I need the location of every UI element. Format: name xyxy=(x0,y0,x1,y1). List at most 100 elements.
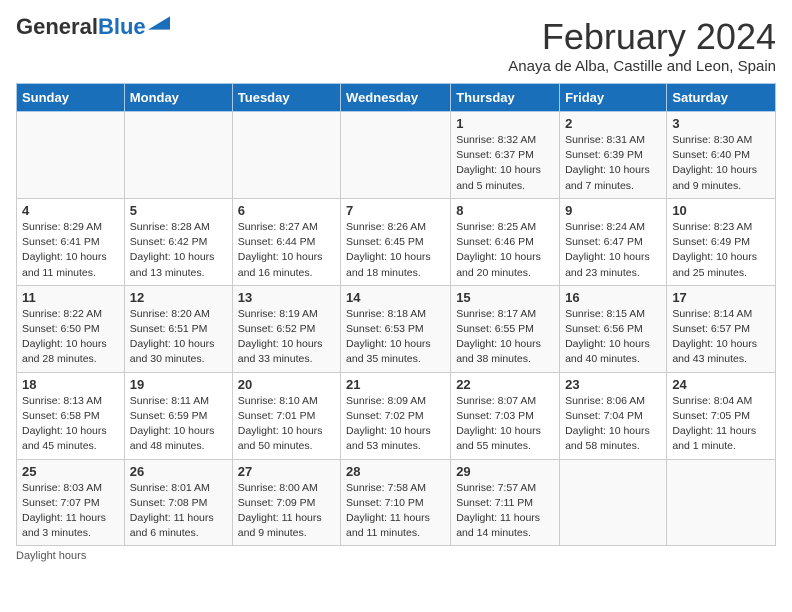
day-number: 24 xyxy=(672,377,770,392)
calendar-cell: 23 Sunrise: 8:06 AM Sunset: 7:04 PM Dayli… xyxy=(560,372,667,459)
calendar-cell: 26 Sunrise: 8:01 AM Sunset: 7:08 PM Dayli… xyxy=(124,459,232,546)
day-number: 23 xyxy=(565,377,661,392)
calendar-cell xyxy=(560,459,667,546)
day-number: 27 xyxy=(238,464,335,479)
day-number: 8 xyxy=(456,203,554,218)
day-number: 17 xyxy=(672,290,770,305)
day-info: Sunrise: 8:03 AM Sunset: 7:07 PM Dayligh… xyxy=(22,482,106,540)
calendar-cell: 19Sunrise: 8:11 AM Sunset: 6:59 PM Dayli… xyxy=(124,372,232,459)
calendar-cell: 18Sunrise: 8:13 AM Sunset: 6:58 PM Dayli… xyxy=(17,372,125,459)
day-number: 6 xyxy=(238,203,335,218)
calendar-cell: 9 Sunrise: 8:24 AM Sunset: 6:47 PM Daylig… xyxy=(560,198,667,285)
day-info: Sunrise: 8:10 AM Sunset: 7:01 PM Dayligh… xyxy=(238,395,323,453)
calendar-cell: 7 Sunrise: 8:26 AM Sunset: 6:45 PM Daylig… xyxy=(341,198,451,285)
day-number: 16 xyxy=(565,290,661,305)
calendar-cell: 5Sunrise: 8:28 AM Sunset: 6:42 PM Daylig… xyxy=(124,198,232,285)
footer-note: Daylight hours xyxy=(16,550,776,562)
day-info: Sunrise: 8:04 AM Sunset: 7:05 PM Dayligh… xyxy=(672,395,756,453)
day-number: 14 xyxy=(346,290,445,305)
calendar-cell: 22 Sunrise: 8:07 AM Sunset: 7:03 PM Dayli… xyxy=(451,372,560,459)
dow-friday: Friday xyxy=(560,84,667,112)
day-number: 1 xyxy=(456,116,554,131)
calendar-cell: 10 Sunrise: 8:23 AM Sunset: 6:49 PM Dayli… xyxy=(667,198,776,285)
day-info: Sunrise: 8:19 AM Sunset: 6:52 PM Dayligh… xyxy=(238,308,323,366)
day-number: 12 xyxy=(130,290,227,305)
day-info: Sunrise: 8:26 AM Sunset: 6:45 PM Dayligh… xyxy=(346,221,431,279)
calendar-cell xyxy=(667,459,776,546)
week-row-4: 25Sunrise: 8:03 AM Sunset: 7:07 PM Dayli… xyxy=(17,459,776,546)
day-number: 9 xyxy=(565,203,661,218)
calendar-cell: 21 Sunrise: 8:09 AM Sunset: 7:02 PM Dayli… xyxy=(341,372,451,459)
logo: GeneralBlue xyxy=(16,16,170,38)
calendar-cell: 8Sunrise: 8:25 AM Sunset: 6:46 PM Daylig… xyxy=(451,198,560,285)
logo-text: GeneralBlue xyxy=(16,16,146,38)
day-number: 13 xyxy=(238,290,335,305)
day-info: Sunrise: 8:06 AM Sunset: 7:04 PM Dayligh… xyxy=(565,395,650,453)
day-info: Sunrise: 8:31 AM Sunset: 6:39 PM Dayligh… xyxy=(565,134,650,192)
day-number: 21 xyxy=(346,377,445,392)
month-title: February 2024 xyxy=(508,16,776,58)
day-info: Sunrise: 8:30 AM Sunset: 6:40 PM Dayligh… xyxy=(672,134,757,192)
day-info: Sunrise: 8:13 AM Sunset: 6:58 PM Dayligh… xyxy=(22,395,107,453)
calendar-cell xyxy=(124,112,232,199)
calendar-cell: 1 Sunrise: 8:32 AM Sunset: 6:37 PM Daylig… xyxy=(451,112,560,199)
calendar-cell xyxy=(17,112,125,199)
day-info: Sunrise: 8:07 AM Sunset: 7:03 PM Dayligh… xyxy=(456,395,541,453)
day-info: Sunrise: 8:32 AM Sunset: 6:37 PM Dayligh… xyxy=(456,134,541,192)
day-number: 2 xyxy=(565,116,661,131)
day-info: Sunrise: 8:11 AM Sunset: 6:59 PM Dayligh… xyxy=(130,395,215,453)
title-block: February 2024 Anaya de Alba, Castille an… xyxy=(508,16,776,75)
calendar-cell: 3 Sunrise: 8:30 AM Sunset: 6:40 PM Daylig… xyxy=(667,112,776,199)
day-number: 15 xyxy=(456,290,554,305)
week-row-2: 11Sunrise: 8:22 AM Sunset: 6:50 PM Dayli… xyxy=(17,285,776,372)
day-number: 28 xyxy=(346,464,445,479)
calendar-cell: 11Sunrise: 8:22 AM Sunset: 6:50 PM Dayli… xyxy=(17,285,125,372)
day-info: Sunrise: 8:15 AM Sunset: 6:56 PM Dayligh… xyxy=(565,308,650,366)
calendar-cell xyxy=(232,112,340,199)
dow-wednesday: Wednesday xyxy=(341,84,451,112)
week-row-1: 4Sunrise: 8:29 AM Sunset: 6:41 PM Daylig… xyxy=(17,198,776,285)
calendar-cell: 17Sunrise: 8:14 AM Sunset: 6:57 PM Dayli… xyxy=(667,285,776,372)
calendar-cell: 13 Sunrise: 8:19 AM Sunset: 6:52 PM Dayli… xyxy=(232,285,340,372)
day-info: Sunrise: 8:09 AM Sunset: 7:02 PM Dayligh… xyxy=(346,395,431,453)
calendar-cell: 16 Sunrise: 8:15 AM Sunset: 6:56 PM Dayli… xyxy=(560,285,667,372)
calendar-cell: 20 Sunrise: 8:10 AM Sunset: 7:01 PM Dayli… xyxy=(232,372,340,459)
day-number: 22 xyxy=(456,377,554,392)
dow-sunday: Sunday xyxy=(17,84,125,112)
calendar-body: 1 Sunrise: 8:32 AM Sunset: 6:37 PM Daylig… xyxy=(17,112,776,546)
day-number: 20 xyxy=(238,377,335,392)
day-info: Sunrise: 8:20 AM Sunset: 6:51 PM Dayligh… xyxy=(130,308,215,366)
day-info: Sunrise: 8:24 AM Sunset: 6:47 PM Dayligh… xyxy=(565,221,650,279)
day-info: Sunrise: 8:23 AM Sunset: 6:49 PM Dayligh… xyxy=(672,221,757,279)
dow-saturday: Saturday xyxy=(667,84,776,112)
day-of-week-header: SundayMondayTuesdayWednesdayThursdayFrid… xyxy=(17,84,776,112)
day-number: 10 xyxy=(672,203,770,218)
calendar-cell: 2 Sunrise: 8:31 AM Sunset: 6:39 PM Daylig… xyxy=(560,112,667,199)
calendar-cell: 29Sunrise: 7:57 AM Sunset: 7:11 PM Dayli… xyxy=(451,459,560,546)
week-row-0: 1 Sunrise: 8:32 AM Sunset: 6:37 PM Daylig… xyxy=(17,112,776,199)
day-info: Sunrise: 8:27 AM Sunset: 6:44 PM Dayligh… xyxy=(238,221,323,279)
daylight-hours-label: Daylight hours xyxy=(16,550,86,562)
calendar-cell: 24 Sunrise: 8:04 AM Sunset: 7:05 PM Dayli… xyxy=(667,372,776,459)
logo-icon xyxy=(148,16,170,30)
calendar-cell: 25Sunrise: 8:03 AM Sunset: 7:07 PM Dayli… xyxy=(17,459,125,546)
calendar-cell xyxy=(341,112,451,199)
day-number: 26 xyxy=(130,464,227,479)
day-info: Sunrise: 8:22 AM Sunset: 6:50 PM Dayligh… xyxy=(22,308,107,366)
day-info: Sunrise: 8:29 AM Sunset: 6:41 PM Dayligh… xyxy=(22,221,107,279)
day-info: Sunrise: 7:57 AM Sunset: 7:11 PM Dayligh… xyxy=(456,482,540,540)
week-row-3: 18Sunrise: 8:13 AM Sunset: 6:58 PM Dayli… xyxy=(17,372,776,459)
day-info: Sunrise: 8:18 AM Sunset: 6:53 PM Dayligh… xyxy=(346,308,431,366)
calendar-cell: 27Sunrise: 8:00 AM Sunset: 7:09 PM Dayli… xyxy=(232,459,340,546)
day-info: Sunrise: 8:01 AM Sunset: 7:08 PM Dayligh… xyxy=(130,482,214,540)
calendar-cell: 28Sunrise: 7:58 AM Sunset: 7:10 PM Dayli… xyxy=(341,459,451,546)
day-number: 7 xyxy=(346,203,445,218)
dow-monday: Monday xyxy=(124,84,232,112)
calendar-cell: 4Sunrise: 8:29 AM Sunset: 6:41 PM Daylig… xyxy=(17,198,125,285)
day-number: 3 xyxy=(672,116,770,131)
header: GeneralBlue February 2024 Anaya de Alba,… xyxy=(16,16,776,75)
dow-thursday: Thursday xyxy=(451,84,560,112)
location-subtitle: Anaya de Alba, Castille and Leon, Spain xyxy=(508,58,776,75)
day-number: 5 xyxy=(130,203,227,218)
dow-tuesday: Tuesday xyxy=(232,84,340,112)
